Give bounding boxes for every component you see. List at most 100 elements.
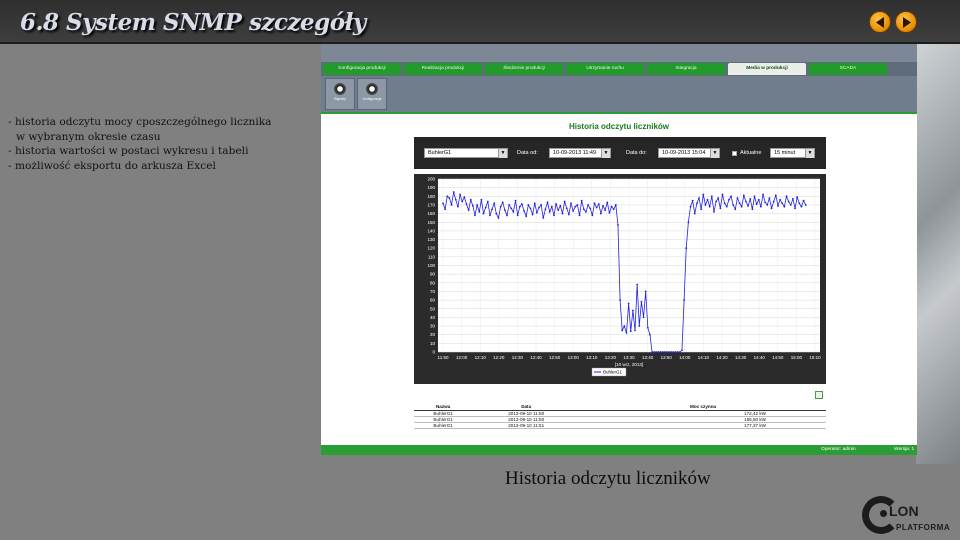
menu-tab-utrzymanie[interactable]: Utrzymanie ruchu <box>566 63 644 75</box>
data-point <box>565 207 568 210</box>
data-point <box>555 203 557 205</box>
data-point <box>546 201 549 204</box>
excel-export-icon[interactable] <box>815 391 823 399</box>
menu-tab-integracja[interactable]: Integracja <box>647 63 725 75</box>
configuration-button[interactable]: Konfiguracja <box>357 78 387 110</box>
data-point <box>471 204 474 207</box>
x-tick-label: 14:00 <box>679 355 691 360</box>
operator-label: Operator: admin <box>821 447 856 452</box>
data-point <box>757 198 760 201</box>
x-axis-label: [10 wrz, 2013] <box>615 362 643 367</box>
current-checkbox[interactable] <box>732 151 737 156</box>
data-point <box>672 351 675 353</box>
data-point <box>774 194 777 197</box>
y-tick-label: 180 <box>427 194 435 199</box>
data-point <box>655 351 658 353</box>
content-area: Historia odczytu liczników BuhlerG1 ▼ Da… <box>321 114 917 445</box>
data-point <box>591 214 594 217</box>
bullet-item: w wybranym okresie czasu <box>16 130 161 143</box>
x-tick-label: 11:50 <box>438 355 449 360</box>
data-point <box>747 204 749 207</box>
reports-button[interactable]: Raporty <box>325 78 355 110</box>
y-tick-label: 60 <box>430 298 436 303</box>
data-point <box>589 207 592 210</box>
data-point <box>700 208 703 211</box>
y-tick-label: 10 <box>430 341 436 346</box>
configuration-label: Konfiguracja <box>362 97 382 101</box>
data-point <box>480 198 483 201</box>
data-point <box>514 199 517 202</box>
gear-icon <box>366 83 378 95</box>
meter-select[interactable]: BuhlerG1 ▼ <box>424 148 508 158</box>
data-point <box>693 212 696 215</box>
data-point <box>661 351 664 353</box>
date-from-field[interactable]: 10-09-2013 11:49 ▼ <box>549 148 611 158</box>
data-point <box>442 202 444 205</box>
data-point <box>486 200 489 203</box>
menu-tab-scada[interactable]: SCADA <box>809 63 887 75</box>
data-point <box>617 223 619 226</box>
date-to-field[interactable]: 10-09-2013 15:04 ▼ <box>658 148 720 158</box>
data-point <box>779 198 781 201</box>
data-point <box>713 210 715 213</box>
menu-tab-realizacja[interactable]: Realizacja produkcji <box>404 63 482 75</box>
previous-slide-button[interactable] <box>869 11 891 33</box>
current-label: Aktualne <box>740 150 762 156</box>
chevron-down-icon: ▼ <box>601 149 610 158</box>
filter-bar: BuhlerG1 ▼ Data od: 10-09-2013 11:49 ▼ D… <box>414 137 826 169</box>
data-point <box>627 302 630 305</box>
data-point <box>457 205 459 208</box>
clon-platforma-logo: LON PLATFORMA <box>858 494 958 538</box>
y-tick-label: 130 <box>427 237 435 242</box>
readings-table: Nazwa Data Moc czynna BuhlerG1 2013-09-1… <box>414 404 826 429</box>
menu-tab-sledzenie[interactable]: Śledzenie produkcji <box>485 63 563 75</box>
data-point <box>604 209 607 212</box>
x-tick-label: 13:40 <box>642 355 654 360</box>
logo-dot <box>880 510 887 517</box>
data-point <box>606 201 609 204</box>
table-row[interactable]: BuhlerG1 2013-09-10 11:51 177,37 kW <box>414 422 826 429</box>
data-point <box>582 208 585 211</box>
x-tick-label: 13:00 <box>568 355 580 360</box>
data-point <box>777 204 779 207</box>
data-point <box>766 204 769 206</box>
data-point <box>467 209 470 212</box>
data-point <box>683 299 685 301</box>
data-point <box>640 300 643 303</box>
data-point <box>478 210 481 213</box>
data-point <box>670 351 673 353</box>
table-cell: 2013-09-10 11:51 <box>472 422 581 429</box>
data-point <box>463 196 466 199</box>
menu-tab-media[interactable]: Media w produkcji <box>728 63 806 75</box>
data-point <box>745 200 747 203</box>
data-point <box>736 197 739 199</box>
interval-select[interactable]: 15 minut ▼ <box>770 148 815 158</box>
data-point <box>535 211 538 214</box>
data-point <box>621 329 624 332</box>
data-point <box>595 206 598 209</box>
data-point <box>503 209 506 212</box>
data-point <box>593 202 596 205</box>
x-tick-label: 14:50 <box>772 355 784 360</box>
x-tick-label: 12:00 <box>456 355 468 360</box>
y-tick-label: 80 <box>430 280 436 285</box>
data-point <box>548 210 551 213</box>
data-point <box>585 210 587 213</box>
data-point <box>580 199 583 202</box>
data-point <box>563 200 566 203</box>
data-point <box>730 195 732 198</box>
data-point <box>527 204 530 206</box>
data-point <box>649 333 651 336</box>
data-point <box>651 351 653 353</box>
y-tick-label: 20 <box>430 332 436 337</box>
data-point <box>723 202 726 205</box>
data-point <box>499 205 502 208</box>
data-point <box>523 210 525 212</box>
data-point <box>518 205 521 208</box>
data-point <box>574 205 577 208</box>
y-tick-label: 170 <box>427 202 435 207</box>
data-point <box>625 332 628 334</box>
data-point <box>561 212 564 215</box>
menu-tab-konfiguracja[interactable]: Konfiguracja produkcji <box>323 63 401 75</box>
next-slide-button[interactable] <box>895 11 917 33</box>
